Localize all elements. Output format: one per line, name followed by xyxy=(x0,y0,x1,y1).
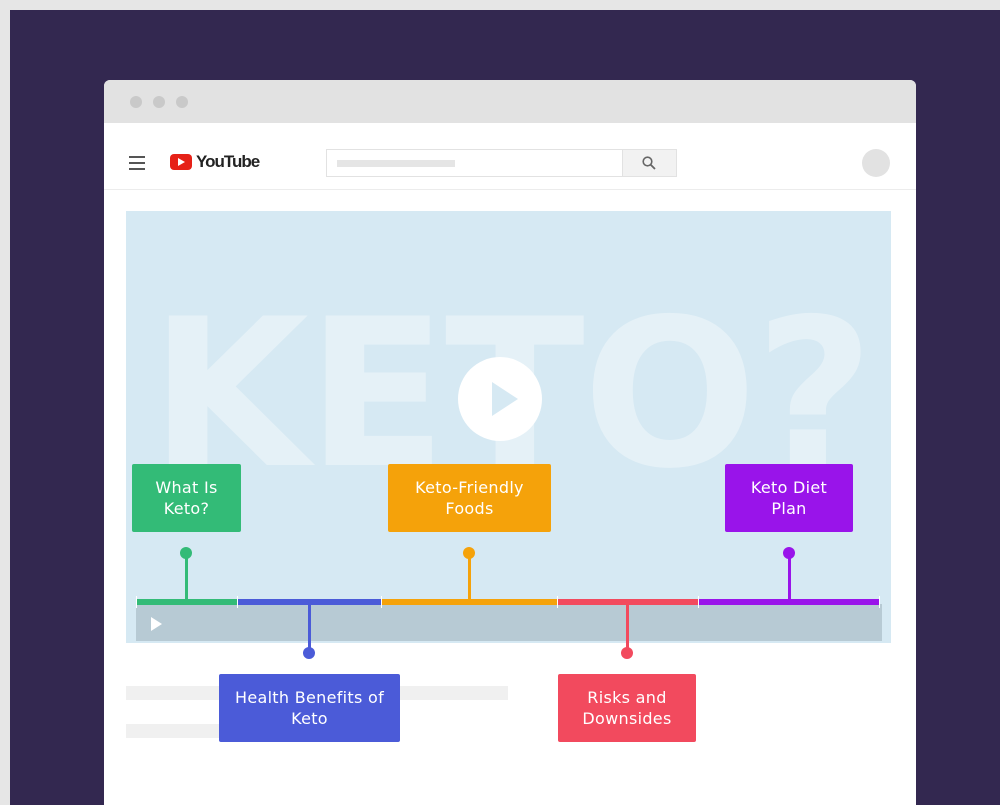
search-placeholder-bar xyxy=(337,160,455,167)
chapter-label-diet-plan[interactable]: Keto Diet Plan xyxy=(725,464,853,532)
avatar[interactable] xyxy=(862,149,890,177)
callout-dot xyxy=(303,647,315,659)
chapter-marker xyxy=(381,596,382,608)
chapter-marker xyxy=(698,596,699,608)
control-play-icon[interactable] xyxy=(151,617,162,631)
chapter-label-text: What Is Keto? xyxy=(155,478,218,518)
play-icon[interactable] xyxy=(458,357,542,441)
chapter-marker xyxy=(557,596,558,608)
youtube-play-icon xyxy=(170,154,192,170)
callout-stem xyxy=(308,605,311,652)
video-title-placeholder xyxy=(400,686,508,700)
search-icon xyxy=(642,156,656,170)
chapter-label-health-benefits[interactable]: Health Benefits of Keto xyxy=(219,674,400,742)
youtube-wordmark: YouTube xyxy=(196,152,260,171)
callout-dot xyxy=(621,647,633,659)
chapter-label-text: Risks and Downsides xyxy=(582,688,672,728)
window-maximize-dot[interactable] xyxy=(176,96,188,108)
chapter-marker xyxy=(237,596,238,608)
callout-dot xyxy=(180,547,192,559)
callout-dot xyxy=(783,547,795,559)
chapter-label-keto-foods[interactable]: Keto-Friendly Foods xyxy=(388,464,551,532)
video-meta-placeholder xyxy=(126,724,219,738)
callout-stem xyxy=(468,553,471,600)
player-controls xyxy=(136,604,882,641)
youtube-header: YouTube xyxy=(104,123,916,190)
callout-dot xyxy=(463,547,475,559)
video-title-placeholder xyxy=(126,686,219,700)
chapter-label-text: Keto-Friendly Foods xyxy=(415,478,524,518)
callout-stem xyxy=(185,553,188,600)
search-input[interactable] xyxy=(326,149,623,177)
menu-icon[interactable] xyxy=(129,156,145,174)
youtube-logo[interactable]: YouTube xyxy=(170,152,260,172)
browser-titlebar xyxy=(104,80,916,123)
chapter-label-risks[interactable]: Risks and Downsides xyxy=(558,674,696,742)
chapter-label-text: Health Benefits of Keto xyxy=(234,688,385,728)
chapter-marker xyxy=(136,596,137,608)
chapter-label-what-is-keto[interactable]: What Is Keto? xyxy=(132,464,241,532)
chapter-label-text: Keto Diet Plan xyxy=(750,478,828,518)
window-minimize-dot[interactable] xyxy=(153,96,165,108)
search-button[interactable] xyxy=(622,149,677,177)
chapter-marker xyxy=(879,596,880,608)
callout-stem xyxy=(788,553,791,600)
window-close-dot[interactable] xyxy=(130,96,142,108)
callout-stem xyxy=(626,605,629,652)
